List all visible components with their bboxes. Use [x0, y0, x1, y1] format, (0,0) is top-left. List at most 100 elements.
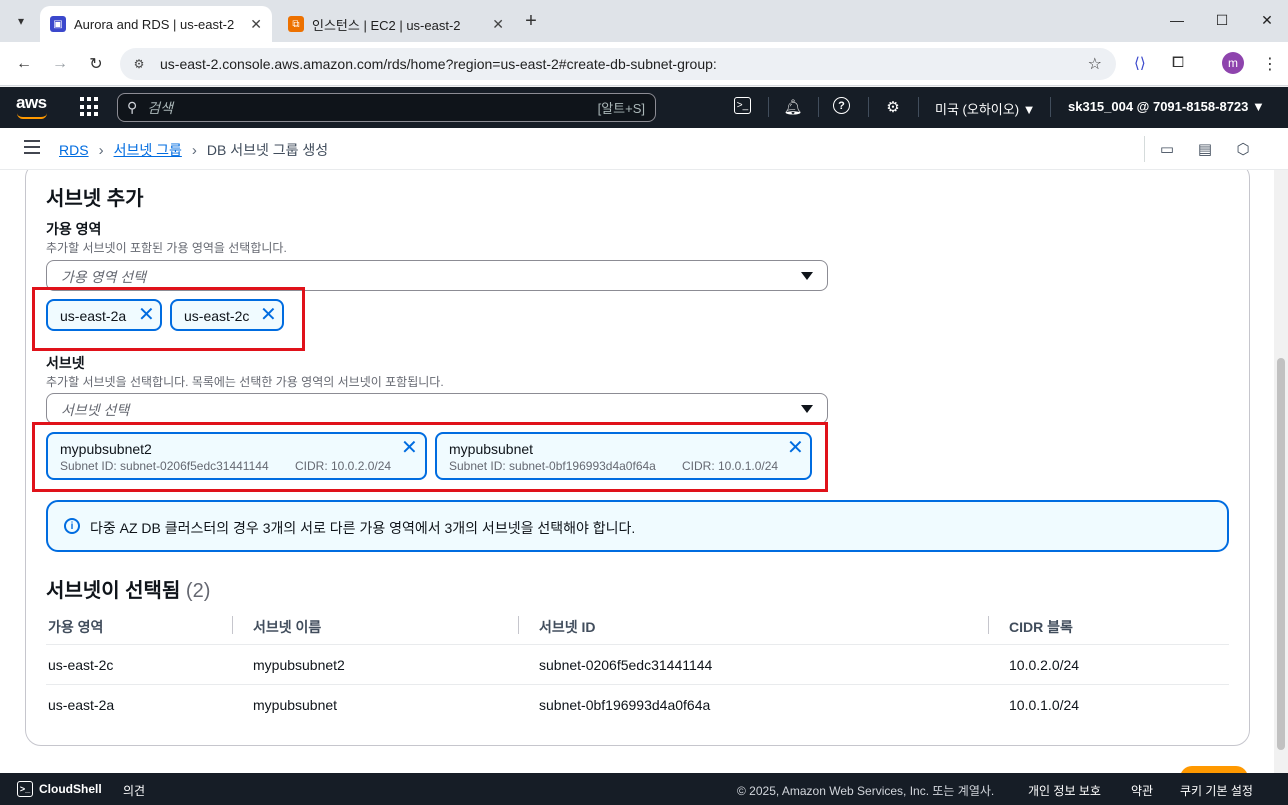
divider: [1050, 97, 1051, 117]
cookie-preferences-link[interactable]: 쿠키 기본 설정: [1180, 782, 1253, 799]
url-text[interactable]: us-east-2.console.aws.amazon.com/rds/hom…: [160, 56, 717, 72]
subnet-token-id: Subnet ID: subnet-0bf196993d4a0f64a: [449, 459, 656, 473]
back-arrow-icon[interactable]: ←: [12, 52, 36, 76]
aws-logo-smile: [17, 113, 47, 119]
subnet-token: mypubsubnet2 ✕ Subnet ID: subnet-0206f5e…: [46, 432, 427, 480]
col-header-subnet-id[interactable]: 서브넷 ID: [539, 617, 596, 637]
reload-icon[interactable]: ↻: [84, 52, 108, 76]
az-token: us-east-2c ✕: [170, 299, 284, 331]
table-row-divider: [46, 644, 1229, 645]
remove-x-icon[interactable]: ✕: [138, 305, 155, 325]
az-token: us-east-2a ✕: [46, 299, 162, 331]
table-cell-az: us-east-2c: [48, 657, 114, 673]
divider: [868, 97, 869, 117]
table-cell-cidr: 10.0.2.0/24: [1009, 657, 1080, 673]
services-grid-icon[interactable]: [80, 97, 100, 117]
subnet-token-name: mypubsubnet: [449, 441, 534, 457]
region-selector[interactable]: 미국 (오하이오) ▼: [935, 99, 1036, 118]
table-cell-cidr: 10.0.1.0/24: [1009, 697, 1080, 713]
chevron-right-icon: ›: [98, 141, 104, 159]
divider: [768, 97, 769, 117]
selected-title-text: 서브넷이 선택됨: [46, 580, 181, 602]
side-nav-menu-icon[interactable]: [24, 140, 40, 154]
account-menu[interactable]: sk315_004 @ 7091-8158-8723 ▼: [1068, 99, 1265, 114]
remove-x-icon[interactable]: ✕: [260, 305, 277, 325]
breadcrumb: RDS › 서브넷 그룹 › DB 서브넷 그룹 생성: [59, 140, 328, 160]
window-close-icon[interactable]: ✕: [1252, 8, 1282, 32]
subnet-token-cidr: CIDR: 10.0.1.0/24: [682, 459, 779, 473]
cloudshell-icon: >_: [17, 781, 33, 797]
az-token-label: us-east-2c: [184, 308, 250, 324]
terms-link[interactable]: 약관: [1131, 782, 1153, 799]
q-assistant-icon[interactable]: ⬡: [1233, 139, 1253, 159]
tab-title: Aurora and RDS | us-east-2: [74, 16, 235, 32]
tab-search-chevron-icon[interactable]: ▾: [8, 8, 34, 34]
aws-search-input[interactable]: ⚲ 검색 [알트+S]: [117, 93, 656, 122]
address-bar[interactable]: ⚙ us-east-2.console.aws.amazon.com/rds/h…: [120, 48, 1116, 80]
az-select-placeholder: 가용 영역 선택: [61, 269, 147, 285]
table-cell-subnet-id: subnet-0206f5edc31441144: [539, 657, 713, 673]
subnet-token-cidr: CIDR: 10.0.2.0/24: [295, 459, 392, 473]
chevron-right-icon: ›: [191, 141, 197, 159]
search-placeholder: 검색: [147, 99, 174, 116]
subnet-token-id: Subnet ID: subnet-0206f5edc31441144: [60, 459, 269, 473]
help-icon[interactable]: ?: [833, 97, 850, 114]
col-header-az[interactable]: 가용 영역: [48, 617, 103, 637]
cloudshell-label: CloudShell: [39, 782, 102, 796]
notifications-bell-icon[interactable]: 🔔︎: [783, 97, 803, 117]
divider: [818, 97, 819, 117]
info-panel-icon[interactable]: ▤: [1195, 139, 1215, 159]
az-description: 추가할 서브넷이 포함된 가용 영역을 선택합니다.: [46, 241, 287, 255]
remove-x-icon[interactable]: ✕: [787, 438, 804, 458]
rds-favicon-icon: ▣: [50, 16, 66, 32]
cloudshell-icon[interactable]: >_: [734, 97, 751, 114]
browser-toolbar: ← → ↻ ⚙ us-east-2.console.aws.amazon.com…: [0, 42, 1288, 86]
extensions-puzzle-icon[interactable]: ⧠: [1172, 54, 1184, 71]
az-label: 가용 영역: [46, 221, 102, 237]
browser-tab-ec2[interactable]: ⧉ 인스턴스 | EC2 | us-east-2 ✕: [278, 6, 514, 42]
subnet-description: 추가할 서브넷을 선택합니다. 목록에는 선택한 가용 영역의 서브넷이 포함됩…: [46, 375, 444, 389]
privacy-link[interactable]: 개인 정보 보호: [1028, 782, 1101, 799]
subnet-token: mypubsubnet ✕ Subnet ID: subnet-0bf19699…: [435, 432, 812, 480]
column-divider: [232, 616, 233, 634]
site-info-icon[interactable]: ⚙: [130, 55, 148, 73]
column-divider: [988, 616, 989, 634]
page-scrollbar[interactable]: [1274, 170, 1288, 773]
remove-x-icon[interactable]: ✕: [401, 438, 418, 458]
maximize-icon[interactable]: ☐: [1207, 8, 1237, 32]
col-header-cidr[interactable]: CIDR 블록: [1009, 617, 1073, 637]
table-row-divider: [46, 684, 1229, 685]
search-shortcut: [알트+S]: [597, 101, 645, 116]
new-tab-plus-icon[interactable]: +: [520, 10, 542, 33]
scrollbar-thumb[interactable]: [1277, 358, 1285, 750]
minimize-icon[interactable]: —: [1162, 8, 1192, 32]
breadcrumb-current: DB 서브넷 그룹 생성: [206, 142, 329, 158]
breadcrumb-rds[interactable]: RDS: [59, 142, 89, 158]
column-divider: [518, 616, 519, 634]
browser-tab-rds[interactable]: ▣ Aurora and RDS | us-east-2 ✕: [40, 6, 272, 42]
breadcrumb-subnet-groups[interactable]: 서브넷 그룹: [114, 140, 182, 160]
extension-icon[interactable]: ⟨⟩: [1134, 54, 1146, 72]
close-icon[interactable]: ✕: [492, 16, 504, 33]
divider: [1144, 136, 1145, 162]
profile-avatar[interactable]: m: [1222, 52, 1244, 74]
close-icon[interactable]: ✕: [250, 16, 262, 33]
browser-tabstrip: ▾ ▣ Aurora and RDS | us-east-2 ✕ ⧉ 인스턴스 …: [0, 0, 1288, 42]
settings-gear-icon[interactable]: ⚙: [883, 97, 903, 117]
cloudshell-button[interactable]: >_ CloudShell: [17, 781, 102, 797]
bookmark-star-icon[interactable]: ☆: [1088, 54, 1102, 74]
browser-menu-icon[interactable]: ⋮: [1262, 54, 1278, 74]
subnet-select[interactable]: 서브넷 선택: [46, 393, 828, 424]
caret-down-icon: [801, 405, 813, 413]
aws-logo[interactable]: aws: [16, 93, 47, 113]
selected-subnets-title: 서브넷이 선택됨 (2): [46, 574, 210, 603]
table-cell-az: us-east-2a: [48, 697, 115, 713]
ec2-favicon-icon: ⧉: [288, 16, 304, 32]
table-cell-subnet-id: subnet-0bf196993d4a0f64a: [539, 697, 711, 713]
col-header-subnet-name[interactable]: 서브넷 이름: [253, 617, 321, 637]
feedback-link[interactable]: 의견: [123, 782, 145, 799]
selected-count: (2): [185, 580, 211, 602]
table-cell-subnet-name: mypubsubnet: [253, 697, 338, 713]
screen-feedback-icon[interactable]: ▭: [1157, 139, 1177, 159]
forward-arrow-icon[interactable]: →: [48, 52, 72, 76]
